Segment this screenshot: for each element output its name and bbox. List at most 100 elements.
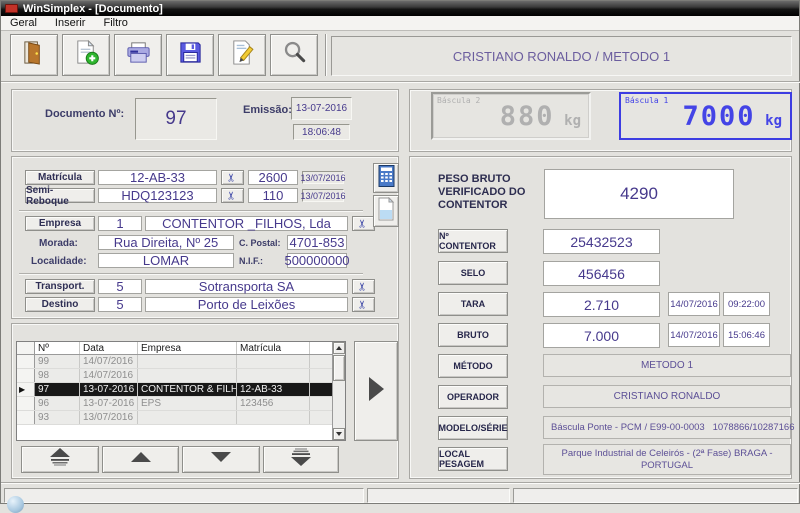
exit-door-icon bbox=[21, 39, 48, 71]
statusbar-cell-3 bbox=[513, 488, 798, 503]
scroll-down-icon[interactable] bbox=[333, 428, 345, 440]
semi-reboque-input[interactable]: HDQ123123 bbox=[98, 188, 217, 203]
nif-input[interactable]: 500000000 bbox=[284, 253, 350, 268]
col-num: Nº bbox=[35, 342, 80, 354]
matricula-date: 13/07/2016 bbox=[300, 171, 346, 184]
statusbar-cell-1 bbox=[4, 488, 364, 503]
first-record-button[interactable] bbox=[21, 446, 99, 473]
previous-record-button[interactable] bbox=[102, 446, 179, 473]
table-row-selected[interactable]: ▶ 97 13-07-2016 CONTENTOR & FILHO 12-AB-… bbox=[17, 383, 345, 397]
emission-date: 13-07-2016 bbox=[291, 97, 352, 120]
metodo-button[interactable]: MÉTODO bbox=[438, 354, 508, 378]
table-scrollbar[interactable] bbox=[332, 342, 345, 440]
save-button[interactable] bbox=[166, 34, 214, 76]
semi-reboque-button[interactable]: Semi-Reboque bbox=[25, 185, 95, 207]
document-view-button[interactable] bbox=[373, 195, 399, 227]
statusbar-top-edge bbox=[1, 482, 800, 484]
bruto-value[interactable]: 7.000 bbox=[543, 323, 660, 348]
scale-2-unit: kg bbox=[564, 113, 581, 129]
calculator-button[interactable] bbox=[373, 163, 399, 193]
localidade-input[interactable]: LOMAR bbox=[98, 253, 234, 268]
operador-button[interactable]: OPERADOR bbox=[438, 385, 508, 409]
morada-label: Morada: bbox=[39, 238, 78, 249]
destino-code-input[interactable]: 5 bbox=[98, 297, 142, 312]
window-title: WinSimplex - [Documento] bbox=[23, 2, 163, 15]
scale-1-display: Báscula 1 7000 kg bbox=[619, 92, 792, 140]
local-pesagem-button[interactable]: LOCAL PESAGEM bbox=[438, 447, 508, 471]
menu-inserir[interactable]: Inserir bbox=[46, 16, 95, 30]
scissors-icon: ✂ bbox=[226, 172, 238, 183]
current-row-marker-icon: ▶ bbox=[17, 383, 35, 396]
save-icon bbox=[177, 39, 204, 71]
nif-label: N.I.F.: bbox=[239, 256, 263, 266]
matricula-weight-input[interactable]: 2600 bbox=[248, 170, 298, 185]
new-document-button[interactable] bbox=[62, 34, 110, 76]
empresa-code-input[interactable]: 1 bbox=[98, 216, 142, 231]
tara-button[interactable]: TARA bbox=[438, 292, 508, 316]
empresa-cut-button[interactable]: ✂ bbox=[352, 216, 375, 231]
last-record-button[interactable] bbox=[263, 446, 339, 473]
status-sphere-icon bbox=[7, 496, 24, 513]
peso-bruto-value[interactable]: 4290 bbox=[544, 169, 734, 219]
new-document-icon bbox=[73, 39, 100, 71]
toolbar-bottom-edge bbox=[1, 81, 800, 83]
records-table: Nº Data Empresa Matrícula 99 14/07/2016 … bbox=[16, 341, 346, 441]
document-number-value: 97 bbox=[135, 98, 217, 140]
matricula-input[interactable]: 12-AB-33 bbox=[98, 170, 217, 185]
matricula-button[interactable]: Matrícula bbox=[25, 170, 95, 185]
transporte-code-input[interactable]: 5 bbox=[98, 279, 142, 294]
semi-reboque-cut-button[interactable]: ✂ bbox=[221, 188, 244, 203]
empresa-name-input[interactable]: CONTENTOR _FILHOS, Lda bbox=[145, 216, 348, 231]
c-postal-input[interactable]: 4701-853 bbox=[287, 235, 347, 250]
exit-button[interactable] bbox=[10, 34, 58, 76]
transporte-name-input[interactable]: Sotransporta SA bbox=[145, 279, 348, 294]
table-row[interactable]: 99 14/07/2016 bbox=[17, 355, 345, 369]
menu-geral[interactable]: Geral bbox=[1, 16, 46, 30]
scale-2-value: 880 bbox=[499, 101, 555, 132]
semi-reboque-weight-input[interactable]: 110 bbox=[248, 188, 298, 203]
destino-button[interactable]: Destino bbox=[25, 297, 95, 312]
selo-button[interactable]: SELO bbox=[438, 261, 508, 285]
emission-time: 18:06:48 bbox=[293, 124, 350, 140]
up-triangle-icon bbox=[126, 450, 156, 469]
tara-value[interactable]: 2.710 bbox=[543, 292, 660, 317]
selo-value[interactable]: 456456 bbox=[543, 261, 660, 286]
scale-1-label: Báscula 1 bbox=[625, 96, 669, 105]
transporte-cut-button[interactable]: ✂ bbox=[352, 279, 375, 294]
menu-filtro[interactable]: Filtro bbox=[94, 16, 136, 30]
destino-name-input[interactable]: Porto de Leixões bbox=[145, 297, 348, 312]
modelo-serie-button[interactable]: MODELO/SÉRIE bbox=[438, 416, 508, 440]
title-bar: WinSimplex - [Documento] bbox=[1, 1, 799, 16]
scissors-icon: ✂ bbox=[357, 299, 369, 310]
next-record-button[interactable] bbox=[182, 446, 260, 473]
menu-bar: Geral Inserir Filtro bbox=[1, 16, 799, 31]
contentor-button[interactable]: Nº CONTENTOR bbox=[438, 229, 508, 253]
tara-time: 09:22:00 bbox=[723, 292, 770, 316]
empresa-button[interactable]: Empresa bbox=[25, 216, 95, 231]
destino-cut-button[interactable]: ✂ bbox=[352, 297, 375, 312]
transporte-button[interactable]: Transport. bbox=[25, 279, 95, 294]
c-postal-label: C. Postal: bbox=[239, 238, 281, 248]
semi-reboque-date: 13/07/2016 bbox=[300, 189, 346, 202]
tara-date: 14/07/2016 bbox=[668, 292, 720, 316]
search-button[interactable] bbox=[270, 34, 318, 76]
operador-value: CRISTIANO RONALDO bbox=[543, 385, 791, 408]
edit-button[interactable] bbox=[218, 34, 266, 76]
scissors-icon: ✂ bbox=[357, 281, 369, 292]
contentor-value[interactable]: 25432523 bbox=[543, 229, 660, 254]
matricula-cut-button[interactable]: ✂ bbox=[221, 170, 244, 185]
table-row[interactable]: 93 13/07/2016 bbox=[17, 411, 345, 425]
scroll-up-icon[interactable] bbox=[333, 342, 345, 354]
scrollbar-thumb[interactable] bbox=[333, 355, 345, 381]
bruto-button[interactable]: BRUTO bbox=[438, 323, 508, 347]
table-row[interactable]: 96 13-07-2016 EPS 123456 bbox=[17, 397, 345, 411]
down-triangle-icon bbox=[206, 450, 236, 469]
local-pesagem-value: Parque Industrial de Celeirós - (2ª Fase… bbox=[543, 444, 791, 475]
open-record-button[interactable] bbox=[354, 341, 398, 441]
print-button[interactable] bbox=[114, 34, 162, 76]
bruto-date: 14/07/2016 bbox=[668, 323, 720, 347]
morada-input[interactable]: Rua Direita, Nº 25 bbox=[98, 235, 234, 250]
localidade-label: Localidade: bbox=[31, 256, 87, 267]
peso-bruto-label: PESO BRUTO VERIFICADO DO CONTENTOR bbox=[438, 173, 526, 211]
table-row[interactable]: 98 14/07/2016 bbox=[17, 369, 345, 383]
